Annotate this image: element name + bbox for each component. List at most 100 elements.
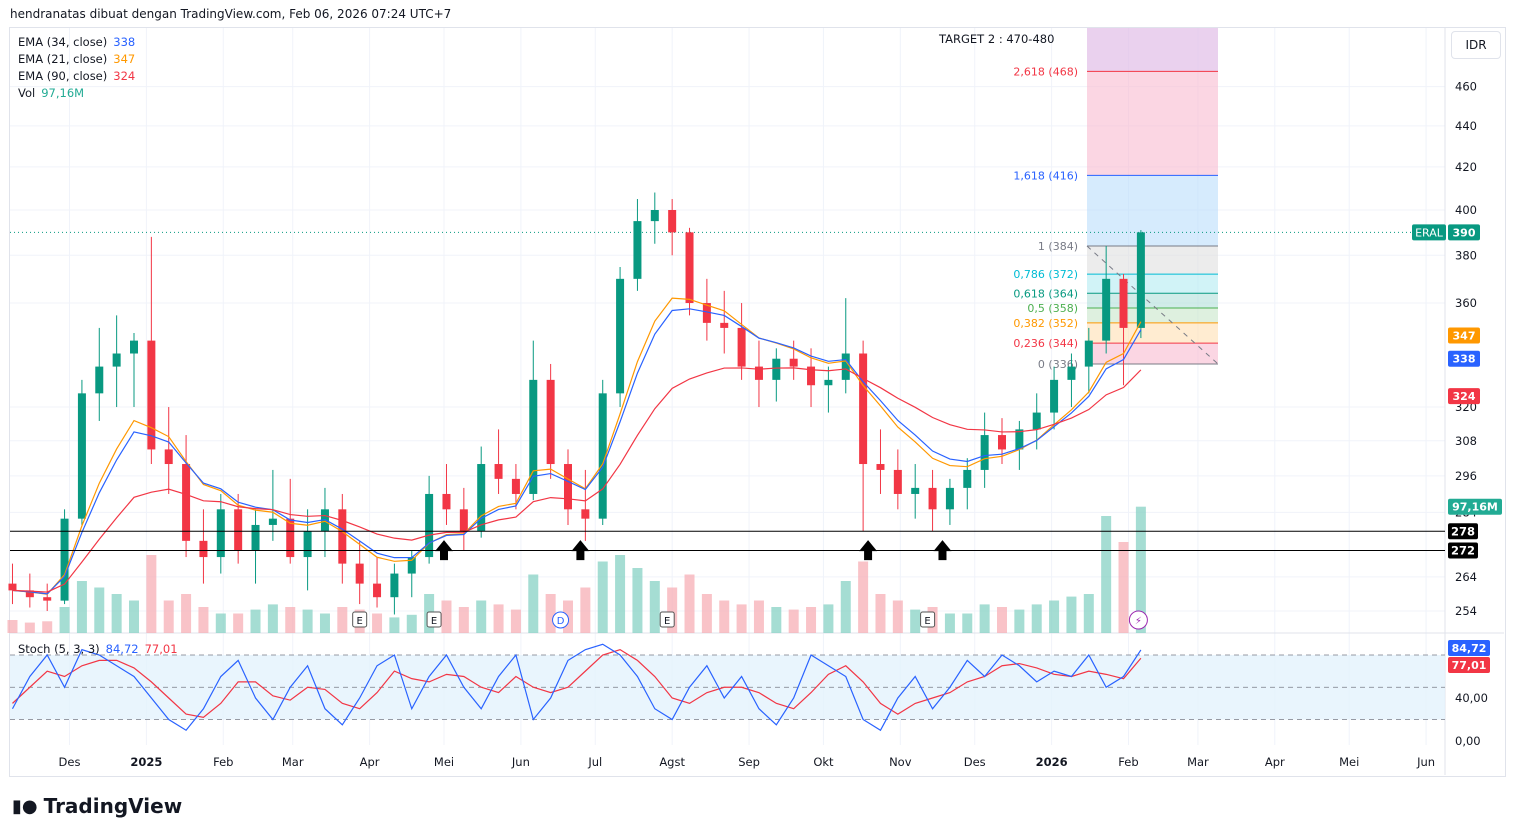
candle-body xyxy=(1050,379,1059,413)
candle-body xyxy=(1015,429,1024,450)
volume-bar xyxy=(94,587,105,633)
time-tick-label: Okt xyxy=(813,755,834,769)
volume-bar xyxy=(771,607,782,633)
logo-icon: ▮● xyxy=(12,795,38,817)
time-tick-label: Mar xyxy=(282,755,304,769)
candle-body xyxy=(8,583,17,591)
stoch-tick-label: 0,00 xyxy=(1455,734,1481,748)
candle-body xyxy=(893,469,902,494)
candle-body xyxy=(564,464,572,510)
candle-body xyxy=(650,210,659,222)
dividend-label: D xyxy=(557,616,565,627)
volume-bar xyxy=(1066,596,1077,633)
volume-bar xyxy=(302,609,313,633)
legend-vol[interactable]: Vol 97,16M xyxy=(18,86,84,100)
target-annotation[interactable]: TARGET 2 : 470-480 xyxy=(939,32,1054,46)
volume-bar xyxy=(528,574,539,633)
time-tick-label: Agst xyxy=(659,755,685,769)
legend-label: Vol xyxy=(18,86,36,100)
fib-level-label: 0,5 (358) xyxy=(1027,302,1078,315)
volume-bar xyxy=(632,568,643,633)
support-price-label: 272 xyxy=(1451,544,1475,558)
volume-bar xyxy=(684,574,695,633)
volume-bar xyxy=(875,594,886,633)
candle-body xyxy=(1032,412,1041,430)
price-chart[interactable]: 2,618 (468) 1,618 (416) 1 (384) 0,786 (372)… xyxy=(0,0,1515,836)
volume-bar xyxy=(649,581,660,633)
volume-bar xyxy=(233,613,244,633)
volume-bar xyxy=(962,613,973,633)
candle-body xyxy=(945,487,954,510)
candle-body xyxy=(876,464,885,470)
volume-bar xyxy=(215,613,226,633)
volume-bar xyxy=(163,600,174,633)
candle-body xyxy=(1067,366,1076,380)
earnings-label: E xyxy=(431,616,437,627)
volume-bar xyxy=(476,600,487,633)
volume-bar xyxy=(493,604,504,633)
volume-bar xyxy=(1083,594,1094,633)
candle-body xyxy=(824,379,833,386)
candle-body xyxy=(789,358,798,367)
legend-value: 347 xyxy=(113,52,136,66)
time-tick-label: Nov xyxy=(889,755,912,769)
tradingview-logo[interactable]: ▮● TradingView xyxy=(12,794,182,818)
legend-label: EMA (34, close) xyxy=(18,35,108,49)
candle-body xyxy=(199,540,208,558)
volume-bar xyxy=(267,604,278,633)
fib-level-label: 1,618 (416) xyxy=(1013,169,1078,182)
volume-bar xyxy=(510,609,521,633)
volume-bar xyxy=(910,609,921,633)
candle-body xyxy=(998,435,1006,450)
legend-value: 338 xyxy=(113,35,136,49)
time-tick-label: Jun xyxy=(1416,755,1435,769)
ema-price-label: 338 xyxy=(1453,353,1476,366)
candle-body xyxy=(95,366,104,394)
volume-bar xyxy=(753,600,764,633)
candle-body xyxy=(980,435,989,470)
legend-ema21[interactable]: EMA (21, close) 347 xyxy=(18,52,135,66)
chart-window: hendranatas dibuat dengan TradingView.co… xyxy=(0,0,1515,836)
candle-body xyxy=(43,597,52,601)
stoch-k-label: 84,72 xyxy=(1452,642,1487,655)
volume-bar xyxy=(285,607,296,633)
candle-body xyxy=(355,563,364,584)
candle-body xyxy=(216,509,225,558)
volume-bar xyxy=(146,555,157,633)
time-tick-label: Mar xyxy=(1187,755,1209,769)
volume-bar xyxy=(76,581,87,633)
legend-ema34[interactable]: EMA (34, close) 338 xyxy=(18,35,135,49)
candle-body xyxy=(234,509,243,551)
time-tick-label: Jul xyxy=(587,755,602,769)
legend-ema90[interactable]: EMA (90, close) 324 xyxy=(18,69,135,83)
legend-stoch[interactable]: Stoch (5, 3, 3) 84,72 77,01 xyxy=(18,642,178,656)
candle-body xyxy=(1102,278,1111,341)
price-tick-label: 460 xyxy=(1455,80,1477,94)
volume-bar xyxy=(701,594,712,633)
candle-body xyxy=(546,379,555,465)
volume-bar xyxy=(389,617,400,633)
volume-bar xyxy=(337,607,348,633)
stoch-tick-label: 40,00 xyxy=(1455,691,1488,705)
legend-label: Stoch (5, 3, 3) xyxy=(18,642,100,656)
time-tick-label: Des xyxy=(59,755,81,769)
time-tick-label: Feb xyxy=(1118,755,1138,769)
volume-bar xyxy=(24,622,35,633)
candle-body xyxy=(1084,340,1093,367)
volume-bar xyxy=(129,600,139,633)
candle-body xyxy=(494,464,503,479)
candle-body xyxy=(685,232,694,304)
candle-body xyxy=(338,509,347,564)
price-tick-label: 308 xyxy=(1455,434,1477,448)
volume-bar xyxy=(840,581,851,633)
currency-button[interactable]: IDR xyxy=(1451,31,1501,59)
stoch-d-value: 77,01 xyxy=(144,642,178,656)
candle-body xyxy=(511,478,520,494)
fib-band xyxy=(1087,175,1218,247)
candle-body xyxy=(268,518,277,525)
volume-bar xyxy=(788,609,799,633)
fib-level-label: 0,382 (352) xyxy=(1013,317,1078,330)
fib-band xyxy=(1087,71,1218,176)
time-tick-label: Mei xyxy=(1339,755,1359,769)
volume-bar xyxy=(545,594,556,633)
